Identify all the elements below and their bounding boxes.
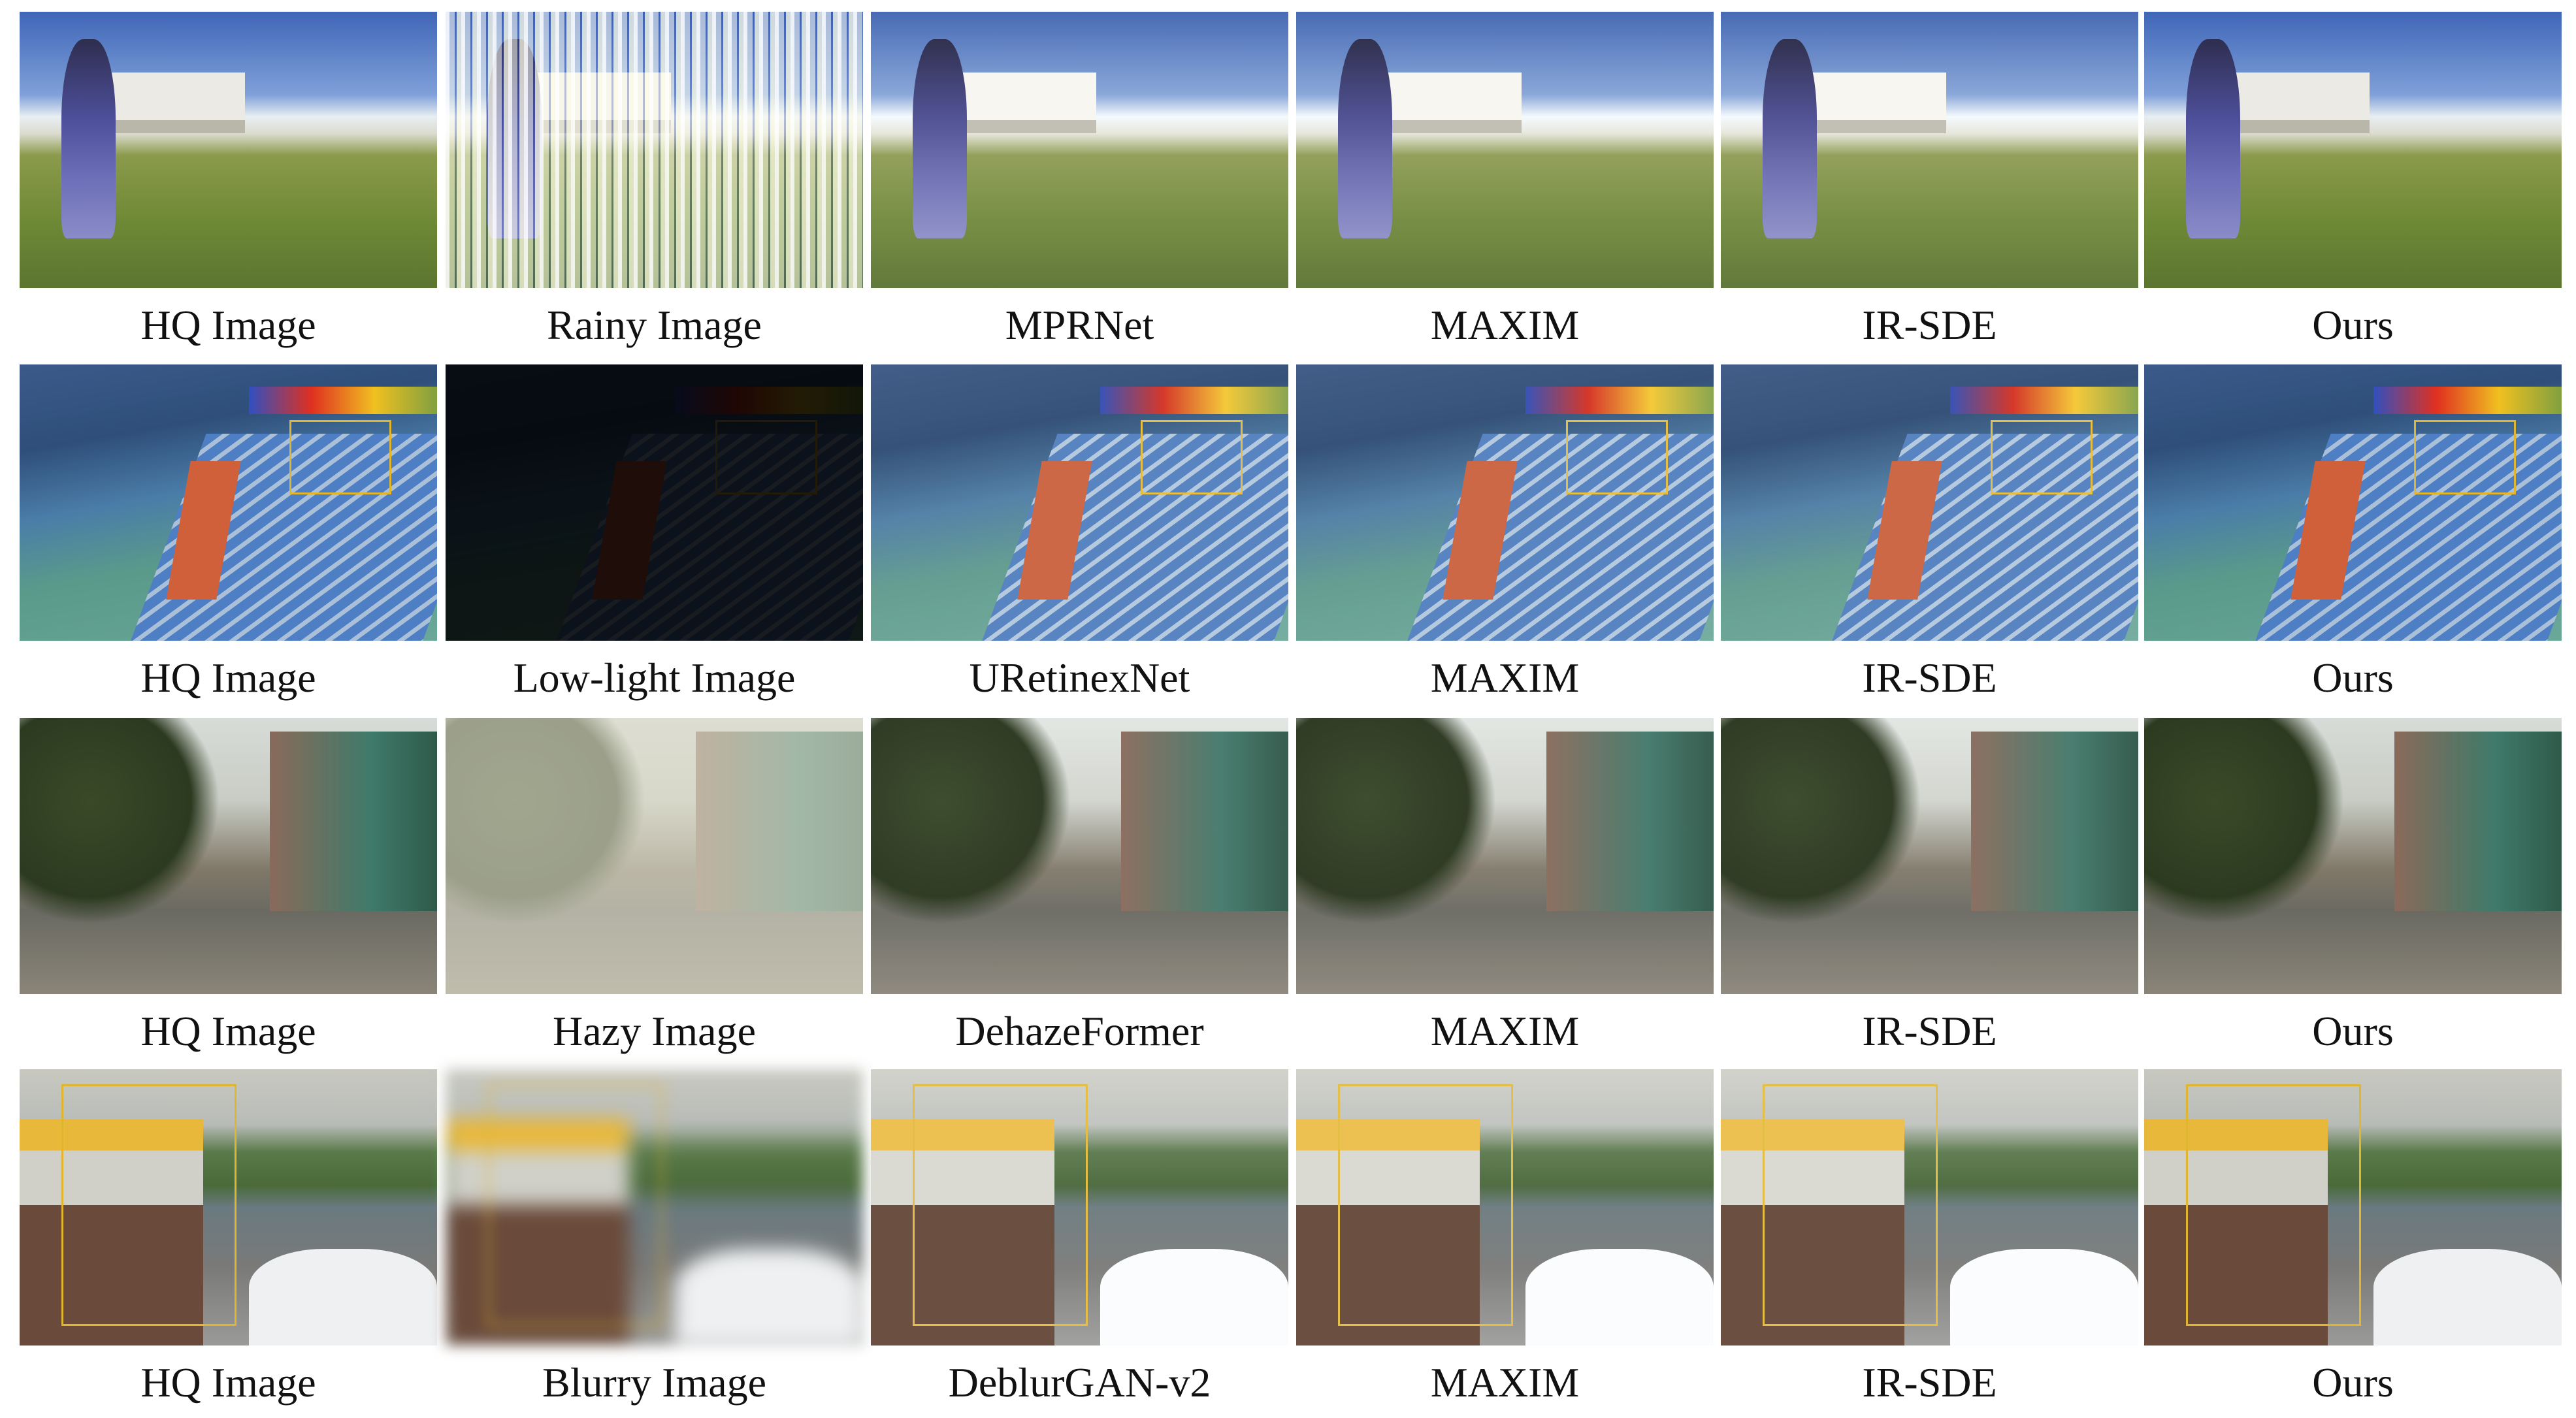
result-image: [446, 718, 863, 994]
result-image: [871, 1069, 1288, 1345]
result-image: [1296, 718, 1714, 994]
image-caption: Ours: [2312, 1008, 2394, 1054]
highlight-box: [1565, 419, 1668, 494]
result-image: [2144, 12, 2562, 288]
result-image: [1296, 12, 1714, 288]
image-caption: Ours: [2312, 654, 2394, 701]
result-image: [446, 12, 863, 288]
result-image: [20, 1069, 437, 1345]
image-caption: IR-SDE: [1862, 1008, 1997, 1054]
image-caption: Hazy Image: [553, 1008, 756, 1054]
image-caption: MAXIM: [1430, 1008, 1580, 1054]
image-caption: Rainy Image: [547, 302, 762, 348]
image-caption: Low-light Image: [513, 654, 796, 701]
image-caption: HQ Image: [140, 302, 316, 348]
highlight-box: [1762, 1084, 1938, 1327]
highlight-box: [2185, 1084, 2362, 1327]
image-caption: MAXIM: [1430, 1359, 1580, 1406]
highlight-box: [487, 1084, 663, 1327]
image-caption: HQ Image: [140, 1008, 316, 1054]
image-caption: MPRNet: [1005, 302, 1154, 348]
highlight-box: [715, 419, 817, 494]
image-caption: IR-SDE: [1862, 302, 1997, 348]
result-image: [2144, 718, 2562, 994]
result-image: [20, 364, 437, 641]
image-caption: URetinexNet: [969, 654, 1190, 701]
image-caption: HQ Image: [140, 654, 316, 701]
image-caption: DeblurGAN-v2: [948, 1359, 1211, 1406]
highlight-box: [1140, 419, 1243, 494]
result-image: [20, 12, 437, 288]
result-image: [446, 364, 863, 641]
image-caption: IR-SDE: [1862, 1359, 1997, 1406]
image-caption: Blurry Image: [542, 1359, 766, 1406]
result-image: [1721, 718, 2138, 994]
image-caption: MAXIM: [1430, 302, 1580, 348]
highlight-box: [912, 1084, 1088, 1327]
image-caption: Ours: [2312, 1359, 2394, 1406]
result-image: [1721, 1069, 2138, 1345]
image-caption: Ours: [2312, 302, 2394, 348]
result-image: [2144, 364, 2562, 641]
image-caption: IR-SDE: [1862, 654, 1997, 701]
result-image: [2144, 1069, 2562, 1345]
highlight-box: [289, 419, 391, 494]
highlight-box: [1990, 419, 2093, 494]
highlight-box: [2413, 419, 2516, 494]
result-image: [871, 12, 1288, 288]
image-caption: MAXIM: [1430, 654, 1580, 701]
result-image: [1296, 1069, 1714, 1345]
image-caption: DehazeFormer: [955, 1008, 1204, 1054]
image-caption: HQ Image: [140, 1359, 316, 1406]
result-image: [871, 364, 1288, 641]
highlight-box: [61, 1084, 237, 1327]
result-image: [1296, 364, 1714, 641]
result-image: [1721, 12, 2138, 288]
result-image: [1721, 364, 2138, 641]
result-image: [20, 718, 437, 994]
result-image: [871, 718, 1288, 994]
highlight-box: [1337, 1084, 1514, 1327]
result-image: [446, 1069, 863, 1345]
